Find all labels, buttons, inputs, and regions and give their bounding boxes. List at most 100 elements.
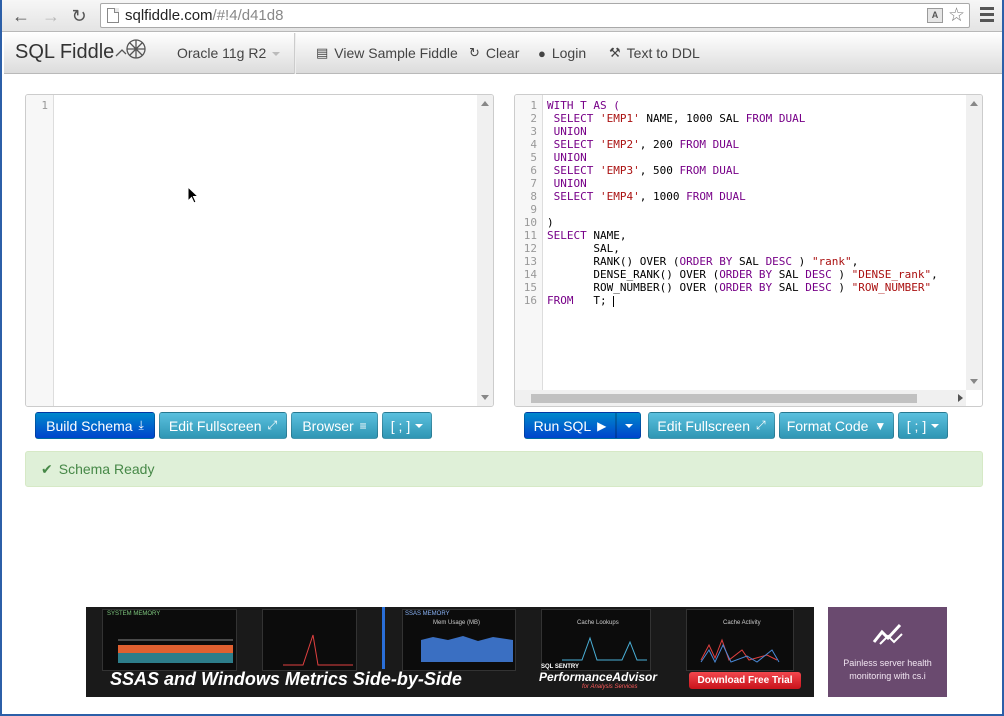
view-sample-fiddle-link[interactable]: ▤ View Sample Fiddle bbox=[316, 45, 458, 61]
line-number: 1 bbox=[530, 99, 537, 112]
query-line-gutter: 1 2 3 4 5 6 7 8 9 10 11 12 13 14 15 16 bbox=[515, 95, 543, 406]
chevron-down-icon bbox=[415, 423, 424, 428]
code-line[interactable]: SELECT NAME, bbox=[547, 229, 938, 242]
refresh-icon: ↻ bbox=[469, 45, 480, 60]
translate-icon[interactable]: A bbox=[927, 8, 943, 23]
expand-icon: ⤢ bbox=[267, 418, 278, 432]
line-number: 14 bbox=[523, 268, 537, 281]
schema-line-gutter: 1 bbox=[26, 95, 54, 406]
code-line[interactable]: UNION bbox=[547, 151, 938, 164]
chevron-down-icon bbox=[931, 423, 940, 428]
play-icon: ▶ bbox=[597, 418, 607, 433]
list-icon: ▤ bbox=[316, 45, 329, 60]
query-vertical-scrollbar[interactable] bbox=[966, 95, 982, 390]
page-icon bbox=[107, 8, 119, 23]
navbar-divider bbox=[294, 33, 296, 74]
browser-menu-icon[interactable] bbox=[980, 7, 994, 23]
scroll-down-icon[interactable] bbox=[970, 379, 978, 384]
browser-toolbar: ← → ↻ sqlfiddle.com/#!4/d41d8 A ☆ bbox=[2, 0, 1002, 32]
format-code-button[interactable]: Format Code ▼ bbox=[779, 412, 894, 439]
login-link[interactable]: ● Login bbox=[538, 45, 586, 61]
ad-brand-sub: for Analysis Services bbox=[582, 684, 638, 690]
forward-arrow-icon[interactable]: → bbox=[40, 5, 62, 27]
clear-link[interactable]: ↻ Clear bbox=[469, 45, 519, 61]
line-number: 5 bbox=[530, 151, 537, 164]
back-arrow-icon[interactable]: ← bbox=[10, 5, 32, 27]
ad-chart-system-memory: SYSTEM MEMORY bbox=[102, 609, 237, 671]
code-line[interactable]: SELECT 'EMP2', 200 FROM DUAL bbox=[547, 138, 938, 151]
brand-title[interactable]: SQL Fiddle bbox=[15, 41, 114, 64]
query-code[interactable]: WITH T AS ( SELECT 'EMP1' NAME, 1000 SAL… bbox=[547, 99, 938, 307]
query-edit-fullscreen-button[interactable]: Edit Fullscreen ⤢ bbox=[648, 412, 775, 439]
filter-icon: ▼ bbox=[874, 418, 887, 433]
text-caret bbox=[613, 295, 615, 307]
build-schema-button[interactable]: Build Schema ⤓ bbox=[35, 412, 155, 439]
line-number: 1 bbox=[41, 99, 48, 112]
download-free-trial-button[interactable]: Download Free Trial bbox=[689, 672, 801, 689]
scroll-right-icon[interactable] bbox=[958, 394, 963, 402]
code-line[interactable]: SELECT 'EMP4', 1000 FROM DUAL bbox=[547, 190, 938, 203]
ad-chart-cache-activity: Cache Activity bbox=[686, 609, 794, 671]
schema-terminator-dropdown[interactable]: [ ; ] bbox=[382, 412, 432, 439]
code-line[interactable]: SELECT 'EMP1' NAME, 1000 SAL FROM DUAL bbox=[547, 112, 938, 125]
database-selector[interactable]: Oracle 11g R2 bbox=[177, 45, 281, 61]
browser-button[interactable]: Browser ≡ bbox=[291, 412, 378, 439]
reload-icon[interactable]: ↻ bbox=[68, 5, 90, 27]
line-number: 2 bbox=[530, 112, 537, 125]
ad-brand: PerformanceAdvisor bbox=[539, 670, 658, 684]
code-line[interactable]: DENSE_RANK() OVER (ORDER BY SAL DESC ) "… bbox=[547, 268, 937, 281]
ad-divider bbox=[382, 607, 385, 669]
check-icon: ✔ bbox=[41, 460, 53, 477]
schema-edit-fullscreen-button[interactable]: Edit Fullscreen ⤢ bbox=[159, 412, 287, 439]
side-advertisement[interactable]: Painless server health monitoring with cs… bbox=[828, 607, 947, 697]
code-line[interactable]: UNION bbox=[547, 177, 938, 190]
user-icon: ● bbox=[538, 45, 546, 61]
code-line[interactable] bbox=[547, 203, 938, 216]
ad-chart-cache-lookups: Cache Lookups bbox=[541, 609, 651, 671]
scroll-up-icon[interactable] bbox=[970, 101, 978, 106]
line-number: 4 bbox=[530, 138, 537, 151]
wrench-icon: ⚒ bbox=[609, 45, 621, 60]
ad-headline: SSAS and Windows Metrics Side-by-Side bbox=[110, 669, 462, 689]
expand-icon: ⤢ bbox=[755, 418, 766, 432]
scroll-up-icon[interactable] bbox=[481, 101, 489, 106]
code-line[interactable]: WITH T AS ( bbox=[547, 99, 938, 112]
line-number: 7 bbox=[530, 177, 537, 190]
query-terminator-dropdown[interactable]: [ ; ] bbox=[898, 412, 948, 439]
status-text: Schema Ready bbox=[58, 461, 155, 477]
line-number: 13 bbox=[523, 255, 537, 268]
schema-editor[interactable]: 1 bbox=[25, 94, 494, 407]
schema-vertical-scrollbar[interactable] bbox=[477, 95, 493, 406]
code-line[interactable]: RANK() OVER (ORDER BY SAL DESC ) "rank", bbox=[547, 255, 938, 268]
side-ad-text: Painless server health bbox=[843, 658, 932, 668]
run-sql-button[interactable]: Run SQL ▶ bbox=[524, 412, 616, 439]
code-line[interactable]: SELECT 'EMP3', 500 FROM DUAL bbox=[547, 164, 938, 177]
code-line[interactable]: ) bbox=[547, 216, 938, 229]
query-editor[interactable]: 1 2 3 4 5 6 7 8 9 10 11 12 13 14 15 16 W… bbox=[514, 94, 983, 407]
line-number: 9 bbox=[530, 203, 537, 216]
line-number: 12 bbox=[523, 242, 537, 255]
bookmark-star-icon[interactable]: ☆ bbox=[948, 4, 965, 27]
app-navbar: SQL Fiddle Oracle 11g R2 ▤ View Sample Fi… bbox=[4, 33, 1002, 74]
scroll-down-icon[interactable] bbox=[481, 395, 489, 400]
side-ad-text: monitoring with cs.i bbox=[849, 671, 926, 681]
chevron-down-icon bbox=[272, 52, 281, 57]
ad-chart-mem-usage: SSAS MEMORY Mem Usage (MB) bbox=[402, 609, 516, 671]
schema-status-alert: ✔ Schema Ready bbox=[25, 451, 983, 487]
code-line[interactable]: ROW_NUMBER() OVER (ORDER BY SAL DESC ) "… bbox=[547, 281, 938, 294]
scroll-thumb[interactable] bbox=[531, 394, 917, 403]
line-number: 11 bbox=[523, 229, 537, 242]
query-horizontal-scrollbar[interactable] bbox=[515, 390, 966, 406]
run-sql-dropdown[interactable] bbox=[616, 412, 641, 439]
address-bar[interactable]: sqlfiddle.com/#!4/d41d8 A ☆ bbox=[100, 3, 970, 28]
line-number: 6 bbox=[530, 164, 537, 177]
code-line[interactable]: SAL, bbox=[547, 242, 938, 255]
address-url[interactable]: sqlfiddle.com/#!4/d41d8 bbox=[125, 7, 283, 24]
line-number: 15 bbox=[523, 281, 537, 294]
advertisement-banner[interactable]: SYSTEM MEMORY SSAS MEMORY Mem Usage (MB)… bbox=[86, 607, 814, 697]
tree-icon: ≡ bbox=[359, 418, 367, 433]
code-line[interactable]: FROM T; bbox=[547, 294, 938, 307]
browser-window: ← → ↻ sqlfiddle.com/#!4/d41d8 A ☆ SQL Fi… bbox=[0, 0, 1004, 716]
code-line[interactable]: UNION bbox=[547, 125, 938, 138]
text-to-ddl-link[interactable]: ⚒ Text to DDL bbox=[609, 45, 700, 61]
